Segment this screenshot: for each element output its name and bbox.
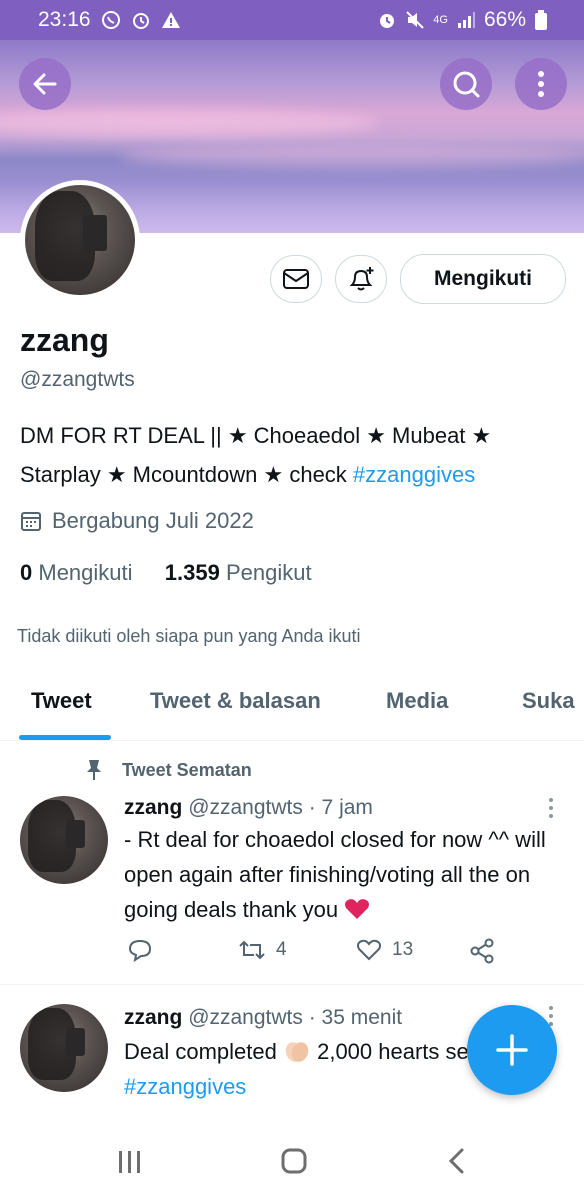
tab-tweets[interactable]: Tweet (31, 688, 92, 714)
tweet-author-handle: @zzangtwts (188, 1006, 303, 1029)
tweet-author-name: zzang (124, 1006, 183, 1029)
battery-icon (535, 10, 547, 30)
more-options-button[interactable] (515, 58, 567, 110)
arrow-left-icon (33, 73, 57, 95)
system-navigation-bar (0, 1125, 584, 1200)
search-button[interactable] (440, 58, 492, 110)
like-button[interactable]: 13 (356, 938, 413, 962)
joined-text: Bergabung Juli 2022 (52, 508, 254, 533)
tweet-actions: 4 13 (128, 938, 508, 968)
signal-icon (457, 12, 475, 28)
share-button[interactable] (470, 938, 496, 964)
tweet-header: zzang @zzangtwts · 7 jam (124, 796, 373, 820)
tweet-avatar[interactable] (20, 796, 108, 884)
tweet-more-button[interactable] (549, 1006, 555, 1026)
tweet-time: · 35 menit (308, 1006, 403, 1029)
followers-label: Pengikut (225, 560, 312, 585)
bell-plus-icon (349, 267, 374, 291)
profile-avatar[interactable] (20, 180, 140, 300)
followers-stat[interactable]: 1.359 Pengikut (165, 560, 312, 585)
back-button[interactable] (19, 58, 71, 110)
more-vertical-icon (538, 71, 544, 97)
mute-icon (406, 11, 424, 29)
tweet-author-handle: @zzangtwts (188, 796, 303, 819)
pinned-text: Tweet Sematan (122, 759, 252, 780)
tab-media[interactable]: Media (386, 688, 448, 714)
tweet-avatar[interactable] (20, 1004, 108, 1092)
whatsapp-icon (101, 11, 120, 29)
tab-tweets-replies[interactable]: Tweet & balasan (150, 688, 321, 714)
like-count: 13 (392, 939, 414, 960)
bio-hashtag-link[interactable]: #zzanggives (353, 462, 475, 487)
tweet-time: · 7 jam (308, 796, 373, 819)
tweet-header: zzang @zzangtwts · 35 menit (124, 1006, 402, 1030)
clapping-hands-emoji-icon (285, 1042, 309, 1062)
following-stat[interactable]: 0 Mengikuti (20, 560, 133, 585)
followers-count: 1.359 (164, 560, 220, 585)
calendar-icon (21, 512, 41, 531)
tweet-body-start: Deal completed (124, 1039, 283, 1064)
active-tab-indicator (19, 735, 111, 740)
search-icon (453, 71, 480, 98)
battery-percent: 66% (483, 8, 526, 31)
heart-icon (357, 939, 381, 961)
retweet-count: 4 (276, 939, 287, 960)
following-label: Mengikuti (38, 560, 133, 585)
status-bar: 23:16 4G 66% (0, 0, 584, 40)
joined-date: Bergabung Juli 2022 (20, 508, 254, 534)
follow-stats: 0 Mengikuti 1.359 Pengikut (20, 560, 312, 586)
profile-tabs: Tweet Tweet & balasan Media Suka (0, 680, 584, 741)
compose-tweet-button[interactable] (467, 1005, 557, 1095)
back-nav-icon[interactable] (446, 1147, 466, 1175)
network-type: 4G (433, 14, 448, 26)
envelope-icon (283, 269, 309, 289)
retweet-icon (239, 940, 265, 960)
profile-bio: DM FOR RT DEAL || ★ Choeaedol ★ Mubeat ★… (20, 416, 560, 494)
tab-likes[interactable]: Suka (522, 688, 575, 714)
profile-name: zzang (20, 322, 109, 358)
tweet-author-name: zzang (124, 796, 183, 819)
pinned-label: Tweet Sematan (84, 758, 252, 782)
tweet-text: - Rt deal for choaedol closed for now ^^… (124, 822, 554, 927)
alarm-set-icon (380, 14, 395, 28)
reply-button[interactable] (128, 938, 152, 962)
red-heart-emoji-icon (345, 899, 370, 919)
not-followed-notice: Tidak diikuti oleh siapa pun yang Anda i… (17, 626, 361, 646)
following-count: 0 (20, 560, 33, 585)
profile-handle: @zzangtwts (20, 368, 135, 391)
warning-icon (161, 12, 180, 28)
tweet-hashtag-link[interactable]: #zzanggives (124, 1074, 246, 1099)
message-button[interactable] (270, 255, 322, 303)
pin-icon (87, 760, 101, 780)
share-icon (470, 938, 494, 964)
retweet-button[interactable]: 4 (238, 938, 287, 962)
following-button[interactable]: Mengikuti (400, 254, 566, 304)
reply-icon (128, 939, 152, 962)
notifications-button[interactable] (335, 255, 387, 303)
alarm-icon (132, 13, 149, 29)
status-time: 23:16 (38, 8, 91, 31)
tweet-body: - Rt deal for choaedol closed for now ^^… (124, 827, 546, 922)
plus-icon (496, 1034, 528, 1066)
home-icon[interactable] (280, 1147, 308, 1175)
tweet-more-button[interactable] (549, 798, 555, 818)
recent-apps-icon[interactable] (116, 1149, 144, 1175)
tweet-divider (0, 984, 584, 985)
